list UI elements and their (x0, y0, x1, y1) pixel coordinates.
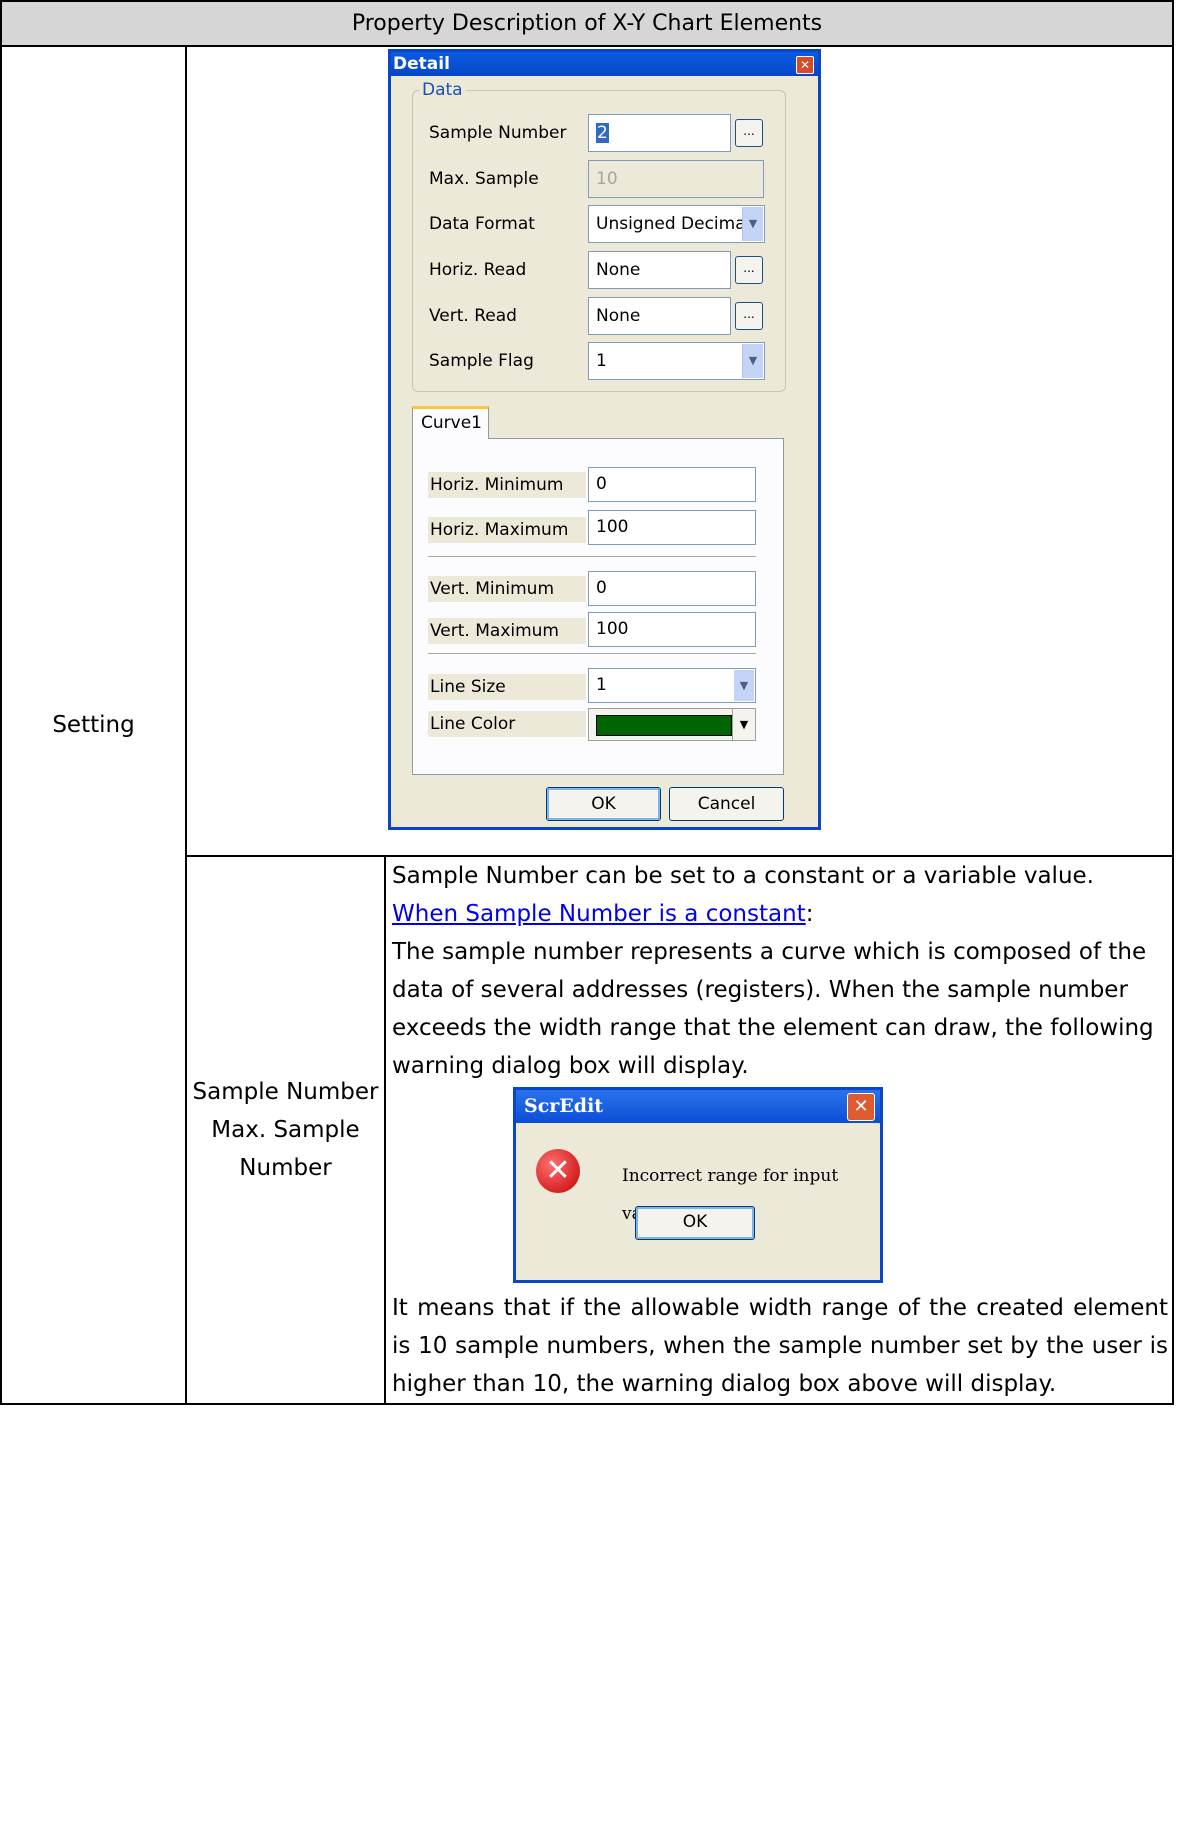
paragraph: The sample number represents a curve whi… (392, 939, 1154, 1079)
line-color-swatch (596, 715, 732, 736)
curve1-pane: Horiz. Minimum 0 Horiz. Maximum 100 Vert… (412, 438, 784, 775)
horiz-read-input[interactable]: None (588, 251, 731, 289)
row-label-line2: Max. Sample (211, 1117, 360, 1143)
constant-link[interactable]: When Sample Number is a constant (392, 901, 806, 927)
data-format-select[interactable]: Unsigned Decima ▼ (588, 205, 765, 243)
cancel-button[interactable]: Cancel (669, 787, 784, 821)
line-color-label: Line Color (428, 711, 586, 737)
description-cell: Sample Number can be set to a constant o… (384, 855, 1174, 1405)
caret-down-icon: ▼ (732, 709, 755, 740)
sample-number-label-cell: Sample Number Max. Sample Number (185, 855, 386, 1405)
horiz-minimum-label: Horiz. Minimum (428, 472, 586, 498)
sample-number-label: Sample Number (429, 123, 567, 143)
dialog-cell: Detail ✕ Data Sample Number 2 ... Max. S… (185, 45, 1174, 857)
max-sample-label: Max. Sample (429, 169, 539, 189)
chevron-down-icon: ▼ (742, 207, 763, 241)
horiz-read-browse-button[interactable]: ... (735, 256, 763, 284)
error-icon: ✕ (536, 1149, 580, 1193)
setting-label-cell: Setting (0, 45, 187, 1405)
row-label-line3: Number (239, 1155, 332, 1181)
horiz-minimum-input[interactable]: 0 (588, 467, 756, 502)
detail-dialog-title: Detail (391, 52, 818, 76)
line-size-label: Line Size (428, 674, 586, 700)
vert-minimum-input[interactable]: 0 (588, 571, 756, 606)
horiz-maximum-label: Horiz. Maximum (428, 517, 586, 543)
horiz-maximum-input[interactable]: 100 (588, 510, 756, 545)
row-label-line1: Sample Number (192, 1079, 379, 1105)
vert-read-input[interactable]: None (588, 297, 731, 335)
property-table: Property Description of X-Y Chart Elemen… (0, 0, 1174, 1405)
sample-flag-label: Sample Flag (429, 351, 534, 371)
line-color-picker[interactable]: ▼ (588, 708, 756, 741)
error-dialog-title: ScrEdit (516, 1090, 880, 1123)
data-format-label: Data Format (429, 214, 535, 234)
chevron-down-icon: ▼ (734, 670, 754, 701)
link-line: When Sample Number is a constant: (392, 901, 814, 927)
divider (428, 556, 756, 558)
detail-dialog: Detail ✕ Data Sample Number 2 ... Max. S… (388, 49, 821, 830)
close-icon[interactable]: ✕ (847, 1093, 875, 1121)
ok-button[interactable]: OK (546, 787, 661, 821)
error-ok-button[interactable]: OK (635, 1206, 755, 1240)
vert-minimum-label: Vert. Minimum (428, 576, 586, 602)
vert-maximum-input[interactable]: 100 (588, 612, 756, 647)
data-group-title: Data (419, 80, 466, 100)
close-icon[interactable]: ✕ (796, 56, 814, 74)
max-sample-input: 10 (588, 160, 764, 198)
vert-read-label: Vert. Read (429, 306, 517, 326)
tab-curve1[interactable]: Curve1 (412, 406, 489, 439)
sample-number-input[interactable]: 2 (588, 114, 731, 152)
vert-read-browse-button[interactable]: ... (735, 302, 763, 330)
setting-label: Setting (52, 712, 135, 738)
chevron-down-icon: ▼ (742, 344, 763, 378)
sample-number-browse-button[interactable]: ... (735, 119, 763, 147)
vert-maximum-label: Vert. Maximum (428, 618, 586, 644)
horiz-read-label: Horiz. Read (429, 260, 527, 280)
sample-flag-select[interactable]: 1 ▼ (588, 342, 765, 380)
table-header: Property Description of X-Y Chart Elemen… (0, 0, 1174, 47)
error-dialog: ScrEdit ✕ ✕ Incorrect range for input va… (513, 1087, 883, 1283)
paragraph: Sample Number can be set to a constant o… (392, 863, 1094, 889)
paragraph: It means that if the allowable width ran… (392, 1295, 1168, 1397)
divider (428, 653, 756, 655)
line-size-select[interactable]: 1 ▼ (588, 668, 756, 703)
